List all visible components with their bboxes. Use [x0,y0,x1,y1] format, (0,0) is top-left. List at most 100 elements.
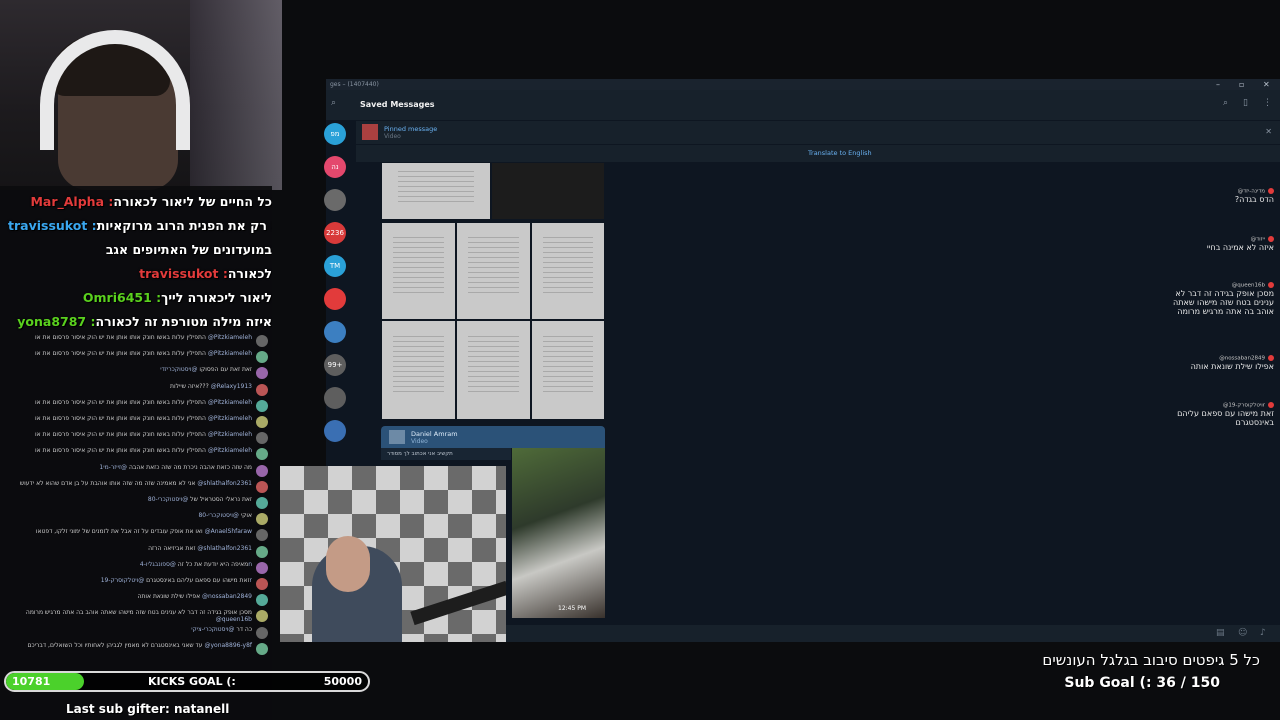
forwarded-header[interactable]: Daniel Amram Video [381,426,605,448]
overlay-text: איזה לא אמינה בחיי [1206,242,1274,252]
chat-avatar [256,594,268,607]
folder-item[interactable]: נה [324,156,346,178]
chat-username[interactable]: @shlathalfon2361 [197,480,252,487]
close-pinned-icon[interactable]: ✕ [1265,127,1272,136]
chat-username[interactable]: @shlathalfon2361 [197,545,252,552]
chat-username[interactable]: @Pitzkiameleh [208,350,252,357]
featured-message-text: כמובן שלא רק את הפנית הרוב מרוקאיות [96,218,272,233]
chat-avatar [256,642,268,655]
translate-bar[interactable]: Translate to English [356,144,1280,162]
microphone-arm [410,580,506,626]
video-thumbnail[interactable] [512,448,605,618]
folder-item[interactable] [324,420,346,442]
close-icon[interactable]: ✕ [1263,80,1270,89]
photo-document[interactable] [531,222,605,320]
pinned-message-bar[interactable]: Pinned message Video ✕ [356,120,1280,144]
featured-username[interactable]: travissukot : [139,266,228,281]
chat-username[interactable]: @yona8896-y8f [204,642,252,649]
folder-item[interactable]: 2236 [324,222,346,244]
guest-face [326,536,370,592]
emoji-icon[interactable]: ☺ [1238,628,1247,638]
folder-item[interactable] [324,387,346,409]
schedule-icon[interactable]: ▤ [1216,628,1225,638]
featured-username[interactable]: Mar_Alpha : [30,194,113,209]
chat-username[interactable]: @nossaban2849 [202,593,252,600]
folder-item[interactable] [324,189,346,211]
video-timestamp: 12:45 PM [558,605,586,612]
photo-document[interactable] [381,222,456,320]
chat-username[interactable]: @ויסטוקכרי-80 [148,496,188,503]
photo-document[interactable] [456,320,531,420]
overlay-dot [1268,282,1274,288]
chat-avatar [256,626,268,639]
photo-document[interactable] [381,162,491,220]
chat-username[interactable]: @Pitzkiameleh [208,399,252,406]
overlay-dot [1268,402,1274,408]
chat-avatar [256,448,268,461]
microphone-icon[interactable]: ♪ [1260,628,1266,638]
folder-item[interactable]: TM [324,255,346,277]
chat-username[interactable]: @זייזר-מי1 [99,464,127,471]
folder-item[interactable]: 99+ [324,354,346,376]
window-title: ges – (1407440) [330,81,379,88]
chat-username[interactable]: @Pitzkiameleh [208,447,252,454]
folder-item[interactable] [324,321,346,343]
chat-text: התפילין עלות באשו חונק אותו אותן את יש ה… [35,350,208,358]
search-chat-icon[interactable]: ⌕ [1223,98,1228,108]
chat-title: Saved Messages [360,100,435,109]
overlay-dot [1268,188,1274,194]
photo-document[interactable] [531,320,605,420]
featured-message-text: לכאורה [227,266,272,281]
photo-dark[interactable] [491,162,605,220]
chat-username[interactable]: @AnaelShfaraw [205,528,252,535]
chat-message: אפילו שילת שונאת אותה @nossaban2849 [6,593,268,609]
translate-label[interactable]: Translate to English [808,149,872,157]
chat-message: התפילין עלות באשו חונק אותו אותן את יש ה… [6,447,268,463]
chat-text: אני לא מאמינה שזה מה שזה אותו אוהבת על ב… [19,479,198,487]
chat-username[interactable]: @ויסטוקכריזדי [160,366,197,373]
chat-avatar [256,561,268,574]
featured-username[interactable]: travissukot : [8,218,97,233]
overlay-dot [1268,355,1274,361]
chat-avatar [256,432,268,445]
chat-username[interactable]: @Pitzkiameleh [208,415,252,422]
pinned-sub: Video [384,133,401,140]
pinned-label: Pinned message [384,125,438,133]
background-light [190,0,282,190]
overlay-message: @ויטלקוסרק-19r זאת מישהו עם ספאם עליהם בא… [1164,402,1274,427]
photo-document[interactable] [381,320,456,420]
featured-username[interactable]: Omri6451 : [83,290,161,305]
photo-document[interactable] [456,222,531,320]
chat-username[interactable]: @ויסטוקכרי-ציקי [191,626,234,633]
maximize-icon[interactable]: ▫ [1239,80,1244,89]
folder-item[interactable] [324,288,346,310]
chat-username[interactable]: @ויסטוקכרי-80 [198,512,238,519]
kicks-goal-bar: 10781 KICKS GOAL (: 50000 [4,671,370,692]
minimize-icon[interactable]: – [1216,80,1220,89]
chat-username[interactable]: @Pitzkiameleh [208,334,252,341]
chat-username[interactable]: @Pitzkiameleh [208,431,252,438]
featured-message-text: במועדונים של האתיופים אגב [105,242,272,257]
sidebar-toggle-icon[interactable]: ▯ [1243,98,1248,108]
stream-chat: Mar_Alpha :כל החיים של ליאור לכאורה travi… [0,186,272,720]
chat-text: ואו את אופק עובדים על זה אבל את לזמנים ש… [35,528,205,536]
chat-username[interactable]: @Relaxy1913 [211,383,252,390]
search-icon[interactable]: ⌕ [331,98,336,108]
chat-avatar [256,578,268,590]
overlay-dot [1268,236,1274,242]
chat-text: מה שזה כזאת אהבה ניכרת מה שזה כזאת אהבה [127,463,252,471]
window-titlebar: ges – (1407440) – ▫ ✕ [326,79,1280,90]
chat-text: התפילין עלות באשו חונק אותו אותן את יש ה… [35,398,208,406]
more-menu-icon[interactable]: ⋮ [1263,98,1272,108]
chat-avatar [256,464,268,477]
folder-item[interactable]: מפ [324,123,346,145]
guest-webcam [280,466,506,642]
chat-text: זאת נראלי הסטראיל של [188,496,252,503]
featured-message: travissukot :לכאורה [4,266,272,281]
chat-message: התפילין עלות באשו חונק אותו אותן את יש ה… [6,431,268,447]
featured-username[interactable]: yona8787 : [17,314,95,329]
sub-goal-text: Sub Goal (: 36 / 150 [1064,675,1220,691]
chat-message: התפילין עלות באשו חונק אותו אותן את יש ה… [6,399,268,415]
chat-username[interactable]: @queen16b [216,616,252,623]
chat-message: זאת זאת עם הפסוקו @ויסטוקכריזדי [6,366,268,382]
